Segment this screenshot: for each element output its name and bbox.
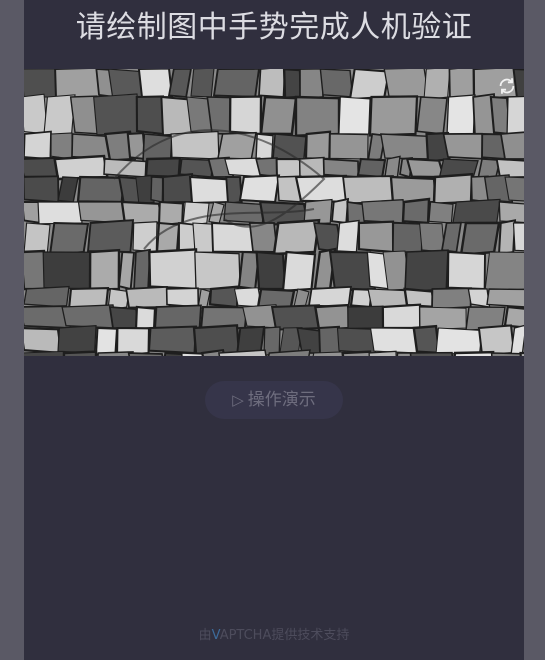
powered-by-footer: 由VAPTCHA提供技术支持	[24, 624, 524, 643]
footer-suffix: 提供技术支持	[271, 628, 350, 643]
captcha-panel: 请绘制图中手势完成人机验证 ▷ 操作演示 由VAPTCHA提供技术支持	[24, 0, 524, 660]
gesture-canvas[interactable]	[24, 69, 524, 356]
brand-v[interactable]: V	[212, 628, 220, 643]
play-icon: ▷	[232, 391, 244, 409]
captcha-title: 请绘制图中手势完成人机验证	[75, 10, 473, 45]
footer-prefix: 由	[198, 628, 212, 643]
demo-button[interactable]: ▷ 操作演示	[205, 381, 343, 419]
captcha-image[interactable]	[24, 69, 524, 356]
refresh-icon[interactable]	[496, 75, 518, 97]
brand-rest[interactable]: APTCHA	[220, 628, 272, 643]
demo-button-label: 操作演示	[247, 390, 316, 410]
